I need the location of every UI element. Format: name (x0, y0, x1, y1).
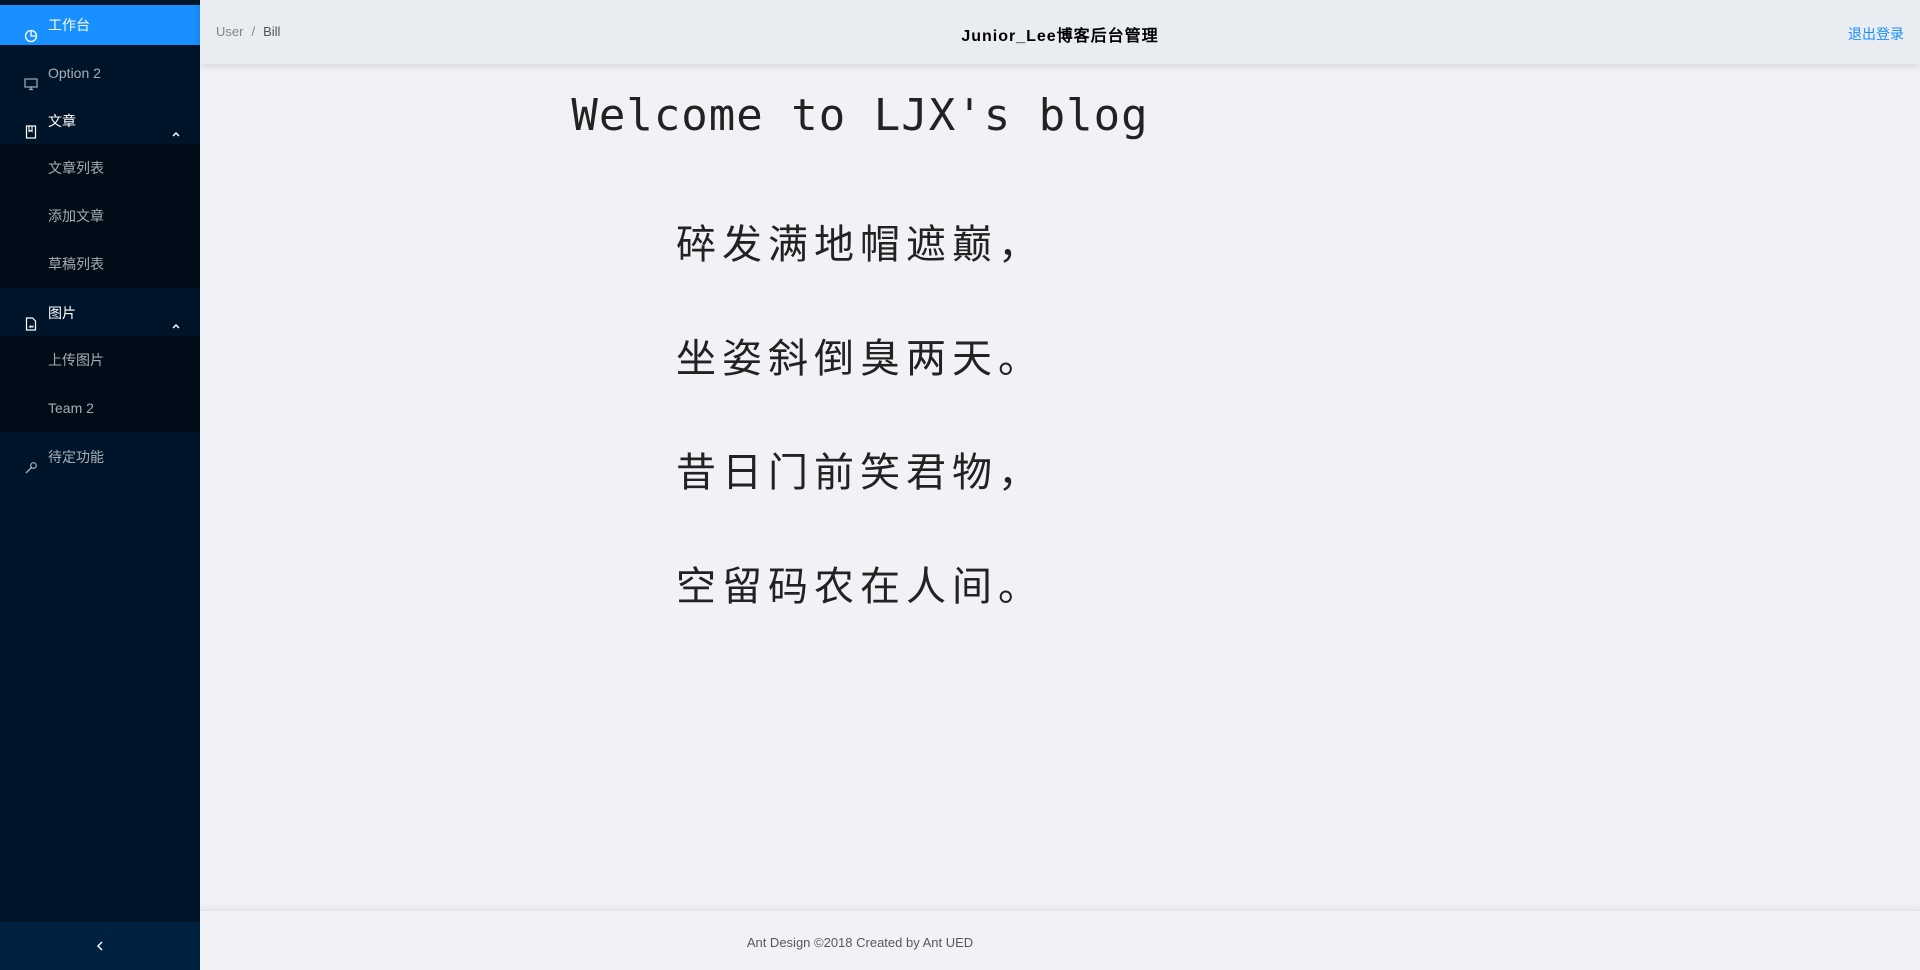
footer-text: Ant Design ©2018 Created by Ant UED (746, 935, 974, 950)
submenu-images[interactable]: 图片 (0, 293, 200, 333)
submenu-articles-list: 文章列表 添加文章 草稿列表 (0, 144, 200, 288)
logout-link[interactable]: 退出登录 (1848, 24, 1904, 44)
sidebar-item-article-list[interactable]: 文章列表 (0, 148, 200, 188)
sidebar-item-upload-image[interactable]: 上传图片 (0, 340, 200, 380)
poem-line-1: 碎发满地帽遮巅， (676, 222, 1044, 268)
page-title: Junior_Lee博客后台管理 (961, 28, 1159, 45)
book-icon (24, 114, 38, 139)
footer: Ant Design ©2018 Created by Ant UED (200, 910, 1920, 970)
sidebar-item-option-2[interactable]: Option 2 (0, 53, 200, 93)
submenu-label: 图片 (48, 305, 76, 321)
sidebar-item-label: 草稿列表 (48, 256, 104, 272)
sidebar-item-label: 文章列表 (48, 160, 104, 176)
tool-icon (24, 450, 38, 474)
sidebar-item-label: 待定功能 (48, 449, 104, 465)
chevron-up-icon (170, 115, 182, 137)
chevron-left-icon (96, 941, 103, 951)
welcome-heading: Welcome to LJX's blog (571, 90, 1149, 141)
sidebar-item-add-article[interactable]: 添加文章 (0, 196, 200, 236)
sidebar-item-label: 上传图片 (48, 352, 104, 368)
sidebar-item-pending[interactable]: 待定功能 (0, 437, 200, 477)
sidebar-item-draft-list[interactable]: 草稿列表 (0, 244, 200, 284)
header: User / Bill Junior_Lee博客后台管理 退出登录 (200, 0, 1920, 64)
sidebar-item-team-2[interactable]: Team 2 (0, 388, 200, 428)
sidebar-collapse-trigger[interactable] (0, 922, 200, 970)
main-content: Welcome to LJX's blog 碎发满地帽遮巅， 坐姿斜倒臭两天。 … (200, 64, 1920, 910)
chevron-up-icon (170, 307, 182, 329)
sidebar-item-label: 添加文章 (48, 208, 104, 224)
file-image-icon (24, 306, 38, 331)
submenu-label: 文章 (48, 113, 76, 129)
submenu-images-list: 上传图片 Team 2 (0, 336, 200, 432)
poem-line-4: 空留码农在人间。 (676, 564, 1044, 610)
sidebar-item-dashboard[interactable]: 工作台 (0, 5, 200, 45)
sidebar: 工作台 Option 2 文章 文章列表 添加文章 草稿列表 图片 上传图片 T… (0, 0, 200, 970)
desktop-icon (24, 66, 38, 91)
sidebar-item-label: Team 2 (48, 400, 94, 416)
poem-line-2: 坐姿斜倒臭两天。 (676, 336, 1044, 382)
dashboard-icon (24, 18, 38, 43)
sidebar-item-label: Option 2 (48, 65, 101, 81)
submenu-articles[interactable]: 文章 (0, 101, 200, 141)
sidebar-item-label: 工作台 (48, 17, 90, 33)
poem-line-3: 昔日门前笑君物， (676, 450, 1044, 496)
